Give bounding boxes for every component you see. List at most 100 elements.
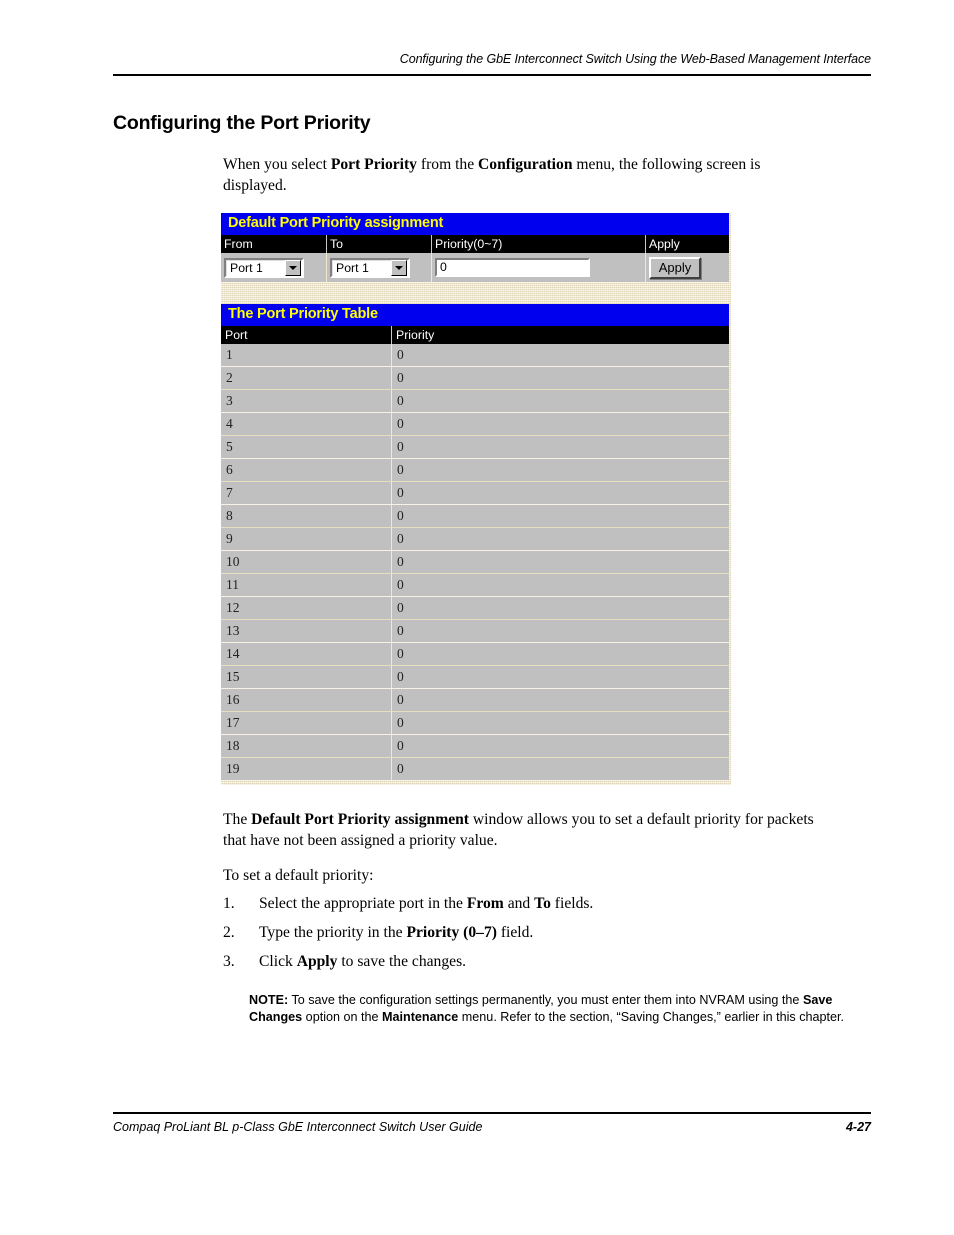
from-cell: Port 1 <box>221 253 326 282</box>
panel-separator <box>221 282 731 304</box>
cell-priority: 0 <box>391 528 729 550</box>
cell-priority: 0 <box>391 551 729 573</box>
cell-port: 16 <box>221 689 391 711</box>
step-text-2: field. <box>496 924 534 941</box>
column-header-apply: Apply <box>645 235 729 253</box>
cell-port: 1 <box>221 344 391 366</box>
step-text-2: to save the changes. <box>337 953 467 970</box>
header-rule <box>113 74 871 76</box>
from-port-select[interactable]: Port 1 <box>224 257 304 278</box>
note-block: NOTE: To save the configuration settings… <box>249 992 853 1026</box>
cell-port: 8 <box>221 505 391 527</box>
cell-port: 2 <box>221 367 391 389</box>
table-row: 19 0 <box>221 758 729 780</box>
cell-priority: 0 <box>391 344 729 366</box>
intro-text-2: from the <box>416 156 479 173</box>
running-head: Configuring the GbE Interconnect Switch … <box>399 52 871 66</box>
to-port-select[interactable]: Port 1 <box>330 257 410 278</box>
step-bold-1: Apply <box>296 953 338 970</box>
step-text-1: Click <box>259 953 297 970</box>
cell-priority: 0 <box>391 643 729 665</box>
apply-cell: Apply <box>645 253 729 282</box>
cell-port: 15 <box>221 666 391 688</box>
column-header-port: Port <box>225 328 248 342</box>
cell-port: 17 <box>221 712 391 734</box>
chevron-down-icon[interactable] <box>285 259 301 276</box>
to-set-priority-lead-in: To set a default priority: <box>223 867 374 884</box>
cell-port: 7 <box>221 482 391 504</box>
cell-priority: 0 <box>391 367 729 389</box>
table-row: 80 <box>221 505 729 527</box>
to-cell: Port 1 <box>326 253 431 282</box>
step-text-1: Select the appropriate port in the <box>259 895 467 912</box>
cell-port: 12 <box>221 597 391 619</box>
desc-text-1: The <box>223 811 252 828</box>
cell-port: 3 <box>221 390 391 412</box>
table-row: 40 <box>221 413 729 435</box>
cell-priority: 0 <box>391 413 729 435</box>
priority-input[interactable]: 0 <box>435 258 590 277</box>
cell-priority: 0 <box>391 505 729 527</box>
cell-priority: 0 <box>391 666 729 688</box>
cell-priority: 0 <box>391 459 729 481</box>
note-text-1: To save the configuration settings perma… <box>288 993 803 1007</box>
step-text-1: Type the priority in the <box>259 924 407 941</box>
intro-paragraph: When you select Port Priority from the C… <box>223 155 823 196</box>
port-priority-table-body: 1 0 2 0 3 0 4 0 5 0 6 0 7 0 8 0 9 0 10 0 11 0 12 0 13 0 14 0 15 0 16 0 1… <box>221 344 729 780</box>
step-item: 3. Click Apply to save the changes. <box>223 952 783 972</box>
cell-port: 9 <box>221 528 391 550</box>
document-page: Configuring the GbE Interconnect Switch … <box>0 0 954 1235</box>
description-paragraph: The Default Port Priority assignment win… <box>223 810 829 851</box>
cell-priority: 0 <box>391 712 729 734</box>
table-row: 70 <box>221 482 729 504</box>
table-row: 11 0 <box>221 574 729 596</box>
step-item: 2. Type the priority in the Priority (0–7… <box>223 923 783 943</box>
note-text-2: option on the <box>302 1009 383 1024</box>
assignment-panel-title: Default Port Priority assignment <box>221 213 729 235</box>
table-row: 50 <box>221 436 729 458</box>
intro-text-1: When you select <box>223 156 331 173</box>
table-row: 18 0 <box>221 735 729 757</box>
port-priority-table-panel: The Port Priority Table Port Priority 10… <box>221 304 729 785</box>
footer-rule <box>113 1112 871 1114</box>
table-row: 14 0 <box>221 643 729 665</box>
intro-bold-port-priority: Port Priority <box>330 156 417 173</box>
table-row: 17 0 <box>221 712 729 734</box>
step-text-2: and <box>503 895 535 912</box>
cell-port: 4 <box>221 413 391 435</box>
cell-priority: 0 <box>391 620 729 642</box>
cell-priority: 0 <box>391 597 729 619</box>
from-port-select-value: Port 1 <box>230 260 263 275</box>
chevron-down-icon[interactable] <box>391 259 407 276</box>
step-number: 2. <box>223 924 235 941</box>
default-port-priority-assignment-panel: Default Port Priority assignment From To… <box>221 213 729 282</box>
cell-port: 10 <box>221 551 391 573</box>
to-port-select-value: Port 1 <box>336 260 369 275</box>
cell-port: 11 <box>221 574 391 596</box>
apply-button[interactable]: Apply <box>649 256 701 279</box>
table-row: 10 0 <box>221 551 729 573</box>
cell-port: 5 <box>221 436 391 458</box>
column-header-priority: Priority(0~7) <box>431 235 645 253</box>
cell-port: 18 <box>221 735 391 757</box>
intro-bold-configuration: Configuration <box>478 156 573 173</box>
note-label: NOTE: <box>249 993 289 1007</box>
cell-priority: 0 <box>391 482 729 504</box>
table-panel-title: The Port Priority Table <box>221 304 729 326</box>
step-bold-1: From <box>466 895 504 912</box>
table-row: 12 0 <box>221 597 729 619</box>
step-number: 1. <box>223 895 235 912</box>
step-number: 3. <box>223 953 235 970</box>
table-row: 10 <box>221 344 729 366</box>
column-header-from: From <box>224 237 253 251</box>
step-bold-1: Priority (0–7) <box>406 924 497 941</box>
cell-port: 13 <box>221 620 391 642</box>
assignment-column-header-row: From To Priority(0~7) Apply <box>221 235 729 253</box>
table-row: 13 0 <box>221 620 729 642</box>
note-text-3: menu. Refer to the section, “Saving Chan… <box>458 1009 845 1024</box>
cell-priority: 0 <box>391 390 729 412</box>
column-header-to: To <box>326 235 431 253</box>
note-bold-maintenance: Maintenance <box>382 1009 459 1024</box>
cell-priority: 0 <box>391 574 729 596</box>
cell-priority: 0 <box>391 689 729 711</box>
